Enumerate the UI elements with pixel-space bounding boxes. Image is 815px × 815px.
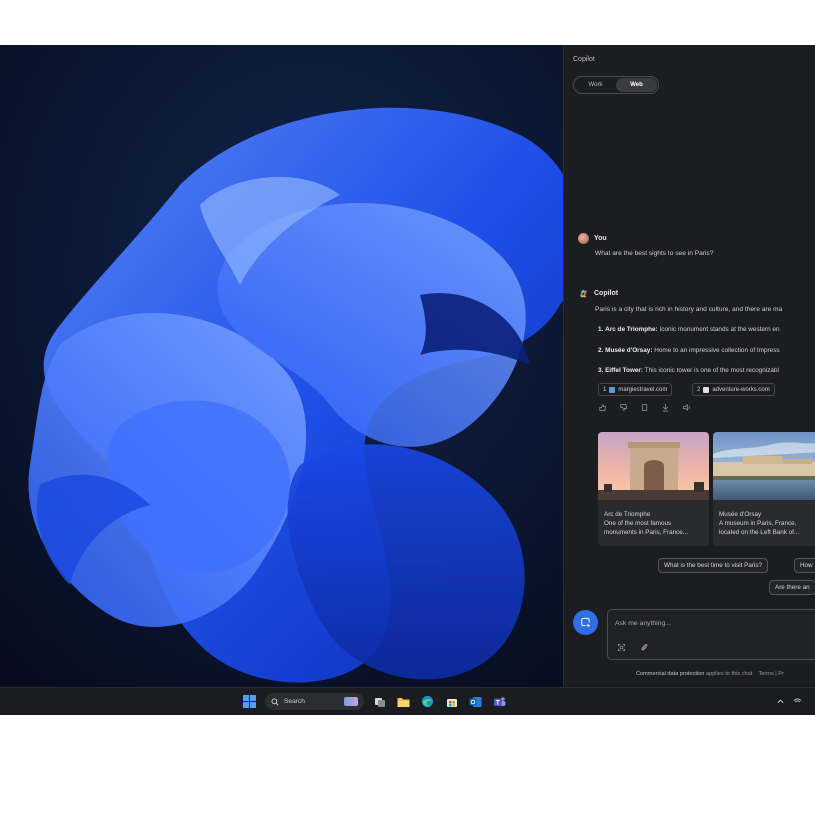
edge-button[interactable]	[419, 693, 436, 710]
windows-logo-icon	[243, 695, 256, 708]
screenshot-icon[interactable]	[617, 643, 626, 652]
new-chat-icon	[581, 617, 590, 628]
user-name: You	[594, 235, 607, 242]
start-button[interactable]	[241, 693, 258, 710]
edge-icon	[421, 695, 434, 708]
taskbar-search[interactable]: Search	[265, 693, 364, 710]
list-item-3: 3. Eiffel Tower: This iconic tower is on…	[598, 367, 779, 374]
user-avatar	[578, 233, 589, 244]
card-text: Musée d'Orsay A museum in Paris, France,…	[719, 511, 800, 537]
speaker-icon[interactable]	[682, 403, 691, 412]
store-icon	[446, 698, 457, 707]
thumbs-down-icon[interactable]	[619, 403, 628, 412]
arc-de-triomphe-image	[598, 432, 709, 500]
task-view-icon	[374, 697, 385, 707]
file-explorer-button[interactable]	[395, 693, 412, 710]
suggestion-chip-best-time[interactable]: What is the best time to visit Paris?	[658, 558, 768, 573]
input-tools	[617, 643, 649, 652]
search-highlight-icon	[344, 697, 358, 706]
site-favicon-icon	[703, 386, 710, 393]
citation-1[interactable]: 1 margiestravel.com	[598, 383, 673, 396]
copilot-logo-icon	[579, 289, 588, 298]
list-item-1: 1. Arc de Triomphe: Iconic monument stan…	[598, 326, 780, 333]
site-favicon-icon	[609, 386, 616, 393]
list-item-2: 2. Musée d'Orsay: Home to an impressive …	[598, 347, 780, 354]
copy-icon[interactable]	[640, 403, 649, 412]
terms-link[interactable]: Terms | Pr	[758, 671, 783, 677]
page: Copilot Work Web You What are the best s…	[0, 0, 815, 815]
musee-dorsay-image	[713, 432, 815, 500]
windows-desktop-screen: Copilot Work Web You What are the best s…	[0, 45, 815, 715]
suggestion-chip-are-there[interactable]: Are there an	[769, 580, 815, 595]
teams-button[interactable]	[491, 693, 508, 710]
taskbar: Search	[0, 687, 815, 715]
attach-icon[interactable]	[640, 643, 649, 652]
thumbs-up-icon[interactable]	[598, 403, 607, 412]
chevron-up-icon[interactable]	[776, 697, 785, 706]
copilot-message-header: Copilot	[578, 288, 618, 299]
card-text: Arc de Triomphe One of the most famous m…	[604, 511, 688, 537]
toggle-work[interactable]: Work	[575, 78, 616, 92]
citation-2[interactable]: 2 adventure-works.com	[692, 383, 775, 396]
copilot-name: Copilot	[594, 290, 619, 297]
chat-input-placeholder[interactable]: Ask me anything...	[615, 620, 671, 627]
copilot-intro-text: Paris is a city that is rich in history …	[595, 306, 783, 313]
wifi-icon[interactable]	[793, 697, 802, 706]
task-view-button[interactable]	[371, 693, 388, 710]
result-card-musee-dorsay[interactable]: Musée d'Orsay A museum in Paris, France,…	[713, 432, 815, 546]
store-button[interactable]	[443, 693, 460, 710]
work-web-toggle[interactable]: Work Web	[573, 76, 659, 94]
copilot-title: Copilot	[573, 56, 595, 63]
desktop-wallpaper	[0, 45, 563, 687]
toggle-web[interactable]: Web	[616, 78, 657, 92]
new-topic-button[interactable]	[573, 610, 598, 635]
folder-icon	[397, 697, 410, 707]
search-icon	[271, 698, 279, 706]
taskbar-apps: Search	[241, 693, 508, 710]
user-message-header: You	[578, 233, 607, 244]
search-label: Search	[284, 698, 305, 705]
copilot-panel: Copilot Work Web You What are the best s…	[563, 45, 815, 687]
system-tray	[776, 697, 802, 706]
download-icon[interactable]	[661, 403, 670, 412]
suggestion-chip-how[interactable]: How	[794, 558, 815, 573]
outlook-button[interactable]	[467, 693, 484, 710]
chat-footer: Commercial data protection applies to th…	[636, 671, 784, 677]
outlook-icon	[469, 696, 482, 707]
result-card-arc-de-triomphe[interactable]: Arc de Triomphe One of the most famous m…	[598, 432, 709, 546]
teams-icon	[494, 696, 506, 706]
response-actions	[598, 403, 691, 412]
chat-input-box[interactable]: Ask me anything...	[607, 609, 815, 660]
user-message-text: What are the best sights to see in Paris…	[595, 250, 714, 257]
